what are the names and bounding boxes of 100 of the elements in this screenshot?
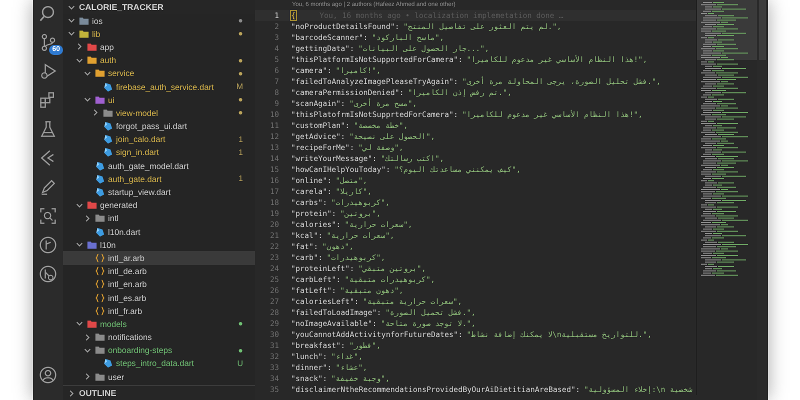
status-letter: 1 bbox=[238, 134, 243, 144]
file-name: sign_in.dart bbox=[116, 147, 159, 158]
chevron-right-icon[interactable] bbox=[83, 214, 92, 223]
folder-name: service bbox=[108, 68, 134, 78]
file-name: startup_view.dart bbox=[108, 187, 171, 198]
status-letter: U bbox=[237, 358, 243, 368]
dart-file-icon bbox=[103, 121, 113, 132]
file-name: intl_ar.arb bbox=[108, 252, 144, 263]
folder-name: intl bbox=[108, 213, 119, 224]
file-item[interactable]: auth_gate_model.dart bbox=[63, 159, 255, 172]
status-dot: ● bbox=[238, 319, 243, 328]
folder-item[interactable]: view-model ● bbox=[63, 106, 255, 120]
testing-icon[interactable] bbox=[39, 120, 57, 138]
folder-name: view-model bbox=[116, 108, 158, 118]
status-letter: 1 bbox=[238, 174, 243, 184]
file-item[interactable]: intl_ar.arb bbox=[63, 251, 255, 265]
file-name: intl_fr.arb bbox=[108, 306, 142, 316]
file-item[interactable]: intl_fr.arb bbox=[63, 304, 255, 318]
file-name: forgot_pass_ui.dart bbox=[116, 121, 188, 132]
folder-name: lib bbox=[92, 28, 100, 39]
file-item[interactable]: auth_gate.dart 1 bbox=[63, 172, 255, 186]
folder-item[interactable]: intl bbox=[63, 212, 255, 225]
dart-file-icon bbox=[95, 226, 105, 237]
file-item[interactable]: firebase_auth_service.dart M bbox=[63, 80, 255, 94]
file-name: l10n.dart bbox=[108, 226, 140, 237]
folder-item[interactable]: generated bbox=[63, 198, 255, 212]
dart-file-icon bbox=[103, 147, 113, 158]
folder-item[interactable]: app bbox=[63, 40, 255, 54]
extensions-icon[interactable] bbox=[39, 91, 57, 109]
file-item[interactable]: intl_de.arb bbox=[63, 264, 255, 278]
folder-item[interactable]: l10n bbox=[63, 238, 255, 252]
file-name: steps_intro_data.dart bbox=[116, 358, 194, 368]
folder-name: ui bbox=[108, 94, 114, 105]
status-dot: ● bbox=[238, 68, 243, 78]
file-item[interactable]: intl_es.arb bbox=[63, 290, 255, 304]
folder-item[interactable]: models ● bbox=[63, 317, 255, 330]
folder-item[interactable]: user bbox=[63, 370, 255, 384]
braces-icon bbox=[95, 252, 105, 263]
file-name: intl_en.arb bbox=[108, 279, 147, 290]
folder-name: user bbox=[108, 372, 124, 382]
file-item[interactable]: startup_view.dart bbox=[63, 185, 255, 199]
folder-name: models bbox=[100, 318, 127, 329]
file-name: auth_gate_model.dart bbox=[108, 160, 189, 171]
file-item[interactable]: sign_in.dart 1 bbox=[63, 146, 255, 160]
file-item[interactable]: steps_intro_data.dart U bbox=[63, 356, 255, 370]
scan-icon[interactable] bbox=[39, 207, 57, 225]
git-graph-icon[interactable] bbox=[39, 236, 57, 254]
status-letter: M bbox=[236, 82, 243, 92]
search-icon[interactable] bbox=[39, 4, 57, 22]
folder-name: ios bbox=[92, 16, 103, 26]
chevron-down-icon[interactable] bbox=[67, 29, 76, 38]
folder-item[interactable]: onboarding-steps ● bbox=[63, 344, 255, 357]
dart-file-icon bbox=[103, 134, 113, 144]
section-header[interactable]: OUTLINE bbox=[63, 385, 255, 400]
file-name: auth_gate.dart bbox=[108, 174, 162, 184]
file-item[interactable]: forgot_pass_ui.dart bbox=[63, 120, 255, 133]
chevron-right-icon[interactable] bbox=[75, 42, 84, 52]
dart-file-icon bbox=[103, 358, 113, 368]
folder-name: app bbox=[100, 42, 114, 52]
chevron-down-icon[interactable] bbox=[67, 16, 76, 26]
chevron-down-icon[interactable] bbox=[75, 240, 84, 250]
folder-name: generated bbox=[100, 200, 138, 210]
dart-file-icon bbox=[103, 82, 113, 92]
folder-item[interactable]: ios ● bbox=[63, 14, 255, 28]
pen-icon[interactable] bbox=[39, 178, 57, 196]
folder-item[interactable]: notifications bbox=[63, 330, 255, 344]
file-item[interactable]: intl_en.arb bbox=[63, 278, 255, 291]
folder-name: l10n bbox=[100, 240, 116, 250]
file-name: join_calo.dart bbox=[116, 134, 166, 144]
folder-item[interactable]: ui ● bbox=[63, 93, 255, 106]
chevron-right-icon[interactable] bbox=[83, 372, 92, 382]
file-name: intl_de.arb bbox=[108, 266, 147, 276]
chevron-down-icon[interactable] bbox=[75, 319, 84, 328]
account-icon[interactable] bbox=[39, 366, 57, 384]
dart-file-icon bbox=[95, 187, 105, 198]
run-debug-icon[interactable] bbox=[39, 62, 57, 80]
braces-icon bbox=[95, 306, 105, 316]
minimap-drawing[interactable] bbox=[696, 0, 757, 395]
folder-item[interactable]: lib ● bbox=[63, 27, 255, 40]
folder-name: auth bbox=[100, 55, 116, 66]
file-item[interactable]: l10n.dart bbox=[63, 225, 255, 238]
chevron-right-icon[interactable] bbox=[67, 388, 76, 398]
braces-icon bbox=[95, 279, 105, 290]
file-item[interactable]: join_calo.dart 1 bbox=[63, 132, 255, 146]
status-letter: 1 bbox=[238, 148, 243, 157]
chevron-right-icon[interactable] bbox=[83, 332, 92, 342]
status-dot: ● bbox=[238, 29, 243, 38]
folder-name: onboarding-steps bbox=[108, 345, 172, 356]
folder-item[interactable]: auth ● bbox=[63, 54, 255, 67]
status-dot: ● bbox=[238, 56, 243, 65]
dart-file-icon bbox=[95, 174, 105, 184]
status-dot: ● bbox=[238, 16, 243, 26]
status-dot: ● bbox=[238, 346, 243, 355]
chevron-right-icon[interactable] bbox=[91, 108, 100, 118]
file-name: intl_es.arb bbox=[108, 292, 146, 303]
folder-name: notifications bbox=[108, 332, 152, 342]
folder-item[interactable]: service ● bbox=[63, 66, 255, 80]
status-dot: ● bbox=[238, 108, 243, 118]
chevron-down-icon[interactable] bbox=[83, 95, 92, 104]
braces-icon bbox=[95, 266, 105, 276]
